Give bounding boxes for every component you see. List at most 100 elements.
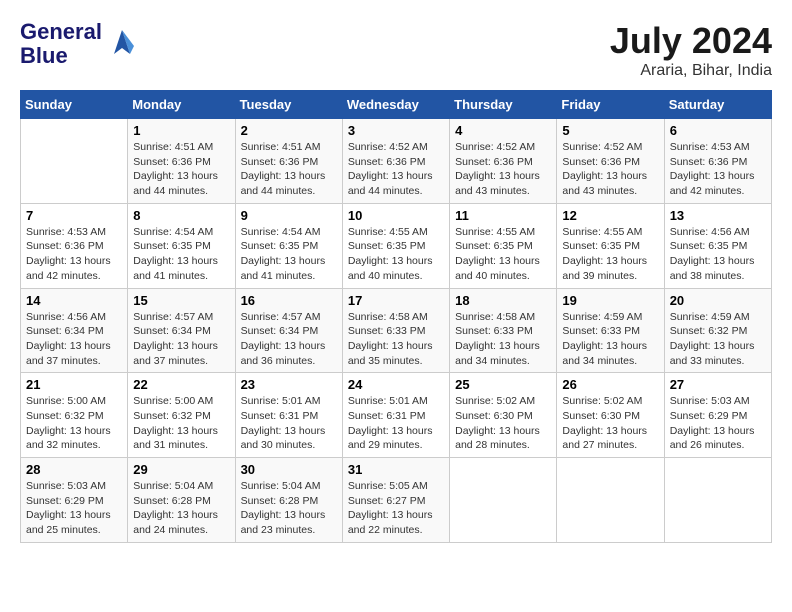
day-info: Sunrise: 4:59 AM Sunset: 6:32 PM Dayligh…	[670, 310, 766, 369]
calendar-cell: 3 Sunrise: 4:52 AM Sunset: 6:36 PM Daylig…	[342, 119, 449, 204]
calendar-cell: 7 Sunrise: 4:53 AM Sunset: 6:36 PM Daylig…	[21, 203, 128, 288]
calendar-cell: 30 Sunrise: 5:04 AM Sunset: 6:28 PM Dayli…	[235, 458, 342, 543]
calendar-cell: 20 Sunrise: 4:59 AM Sunset: 6:32 PM Dayli…	[664, 288, 771, 373]
day-info: Sunrise: 4:55 AM Sunset: 6:35 PM Dayligh…	[562, 225, 658, 284]
calendar-cell: 26 Sunrise: 5:02 AM Sunset: 6:30 PM Dayli…	[557, 373, 664, 458]
day-info: Sunrise: 4:54 AM Sunset: 6:35 PM Dayligh…	[133, 225, 229, 284]
logo-icon	[106, 26, 138, 58]
day-info: Sunrise: 4:51 AM Sunset: 6:36 PM Dayligh…	[133, 140, 229, 199]
day-number: 30	[241, 462, 337, 477]
day-number: 29	[133, 462, 229, 477]
day-header-saturday: Saturday	[664, 91, 771, 119]
calendar-cell: 27Sunrise: 5:03 AM Sunset: 6:29 PM Dayli…	[664, 373, 771, 458]
day-number: 5	[562, 123, 658, 138]
day-number: 31	[348, 462, 444, 477]
day-number: 11	[455, 208, 551, 223]
day-info: Sunrise: 4:56 AM Sunset: 6:35 PM Dayligh…	[670, 225, 766, 284]
calendar-cell: 23 Sunrise: 5:01 AM Sunset: 6:31 PM Dayli…	[235, 373, 342, 458]
calendar-week-row: 14Sunrise: 4:56 AM Sunset: 6:34 PM Dayli…	[21, 288, 772, 373]
day-number: 25	[455, 377, 551, 392]
day-info: Sunrise: 4:53 AM Sunset: 6:36 PM Dayligh…	[26, 225, 122, 284]
day-number: 20	[670, 293, 766, 308]
day-info: Sunrise: 5:00 AM Sunset: 6:32 PM Dayligh…	[133, 394, 229, 453]
calendar-cell: 14Sunrise: 4:56 AM Sunset: 6:34 PM Dayli…	[21, 288, 128, 373]
day-info: Sunrise: 5:05 AM Sunset: 6:27 PM Dayligh…	[348, 479, 444, 538]
day-number: 10	[348, 208, 444, 223]
day-info: Sunrise: 5:01 AM Sunset: 6:31 PM Dayligh…	[348, 394, 444, 453]
day-number: 22	[133, 377, 229, 392]
page-subtitle: Araria, Bihar, India	[610, 62, 772, 80]
day-info: Sunrise: 4:54 AM Sunset: 6:35 PM Dayligh…	[241, 225, 337, 284]
day-number: 23	[241, 377, 337, 392]
day-number: 7	[26, 208, 122, 223]
calendar-cell: 24Sunrise: 5:01 AM Sunset: 6:31 PM Dayli…	[342, 373, 449, 458]
calendar-cell: 2Sunrise: 4:51 AM Sunset: 6:36 PM Daylig…	[235, 119, 342, 204]
day-info: Sunrise: 4:55 AM Sunset: 6:35 PM Dayligh…	[348, 225, 444, 284]
day-info: Sunrise: 4:51 AM Sunset: 6:36 PM Dayligh…	[241, 140, 337, 199]
title-block: July 2024 Araria, Bihar, India	[610, 20, 772, 80]
day-info: Sunrise: 5:04 AM Sunset: 6:28 PM Dayligh…	[133, 479, 229, 538]
day-number: 18	[455, 293, 551, 308]
day-info: Sunrise: 4:52 AM Sunset: 6:36 PM Dayligh…	[455, 140, 551, 199]
calendar-cell: 11 Sunrise: 4:55 AM Sunset: 6:35 PM Dayli…	[450, 203, 557, 288]
page-header: General Blue July 2024 Araria, Bihar, In…	[20, 20, 772, 80]
day-number: 9	[241, 208, 337, 223]
day-info: Sunrise: 4:52 AM Sunset: 6:36 PM Dayligh…	[562, 140, 658, 199]
calendar-cell: 25 Sunrise: 5:02 AM Sunset: 6:30 PM Dayli…	[450, 373, 557, 458]
day-header-friday: Friday	[557, 91, 664, 119]
calendar-cell: 15Sunrise: 4:57 AM Sunset: 6:34 PM Dayli…	[128, 288, 235, 373]
calendar-cell: 9 Sunrise: 4:54 AM Sunset: 6:35 PM Daylig…	[235, 203, 342, 288]
calendar-cell: 4 Sunrise: 4:52 AM Sunset: 6:36 PM Daylig…	[450, 119, 557, 204]
day-info: Sunrise: 4:53 AM Sunset: 6:36 PM Dayligh…	[670, 140, 766, 199]
day-number: 4	[455, 123, 551, 138]
calendar-table: SundayMondayTuesdayWednesdayThursdayFrid…	[20, 90, 772, 543]
day-number: 1	[133, 123, 229, 138]
calendar-cell: 8 Sunrise: 4:54 AM Sunset: 6:35 PM Daylig…	[128, 203, 235, 288]
calendar-header-row: SundayMondayTuesdayWednesdayThursdayFrid…	[21, 91, 772, 119]
day-info: Sunrise: 5:00 AM Sunset: 6:32 PM Dayligh…	[26, 394, 122, 453]
calendar-cell: 31 Sunrise: 5:05 AM Sunset: 6:27 PM Dayli…	[342, 458, 449, 543]
calendar-cell: 22 Sunrise: 5:00 AM Sunset: 6:32 PM Dayli…	[128, 373, 235, 458]
day-number: 8	[133, 208, 229, 223]
day-header-tuesday: Tuesday	[235, 91, 342, 119]
day-number: 26	[562, 377, 658, 392]
calendar-cell	[450, 458, 557, 543]
calendar-week-row: 21 Sunrise: 5:00 AM Sunset: 6:32 PM Dayli…	[21, 373, 772, 458]
calendar-cell: 12 Sunrise: 4:55 AM Sunset: 6:35 PM Dayli…	[557, 203, 664, 288]
day-number: 13	[670, 208, 766, 223]
calendar-week-row: 1 Sunrise: 4:51 AM Sunset: 6:36 PM Daylig…	[21, 119, 772, 204]
day-info: Sunrise: 4:58 AM Sunset: 6:33 PM Dayligh…	[348, 310, 444, 369]
day-number: 12	[562, 208, 658, 223]
day-info: Sunrise: 4:52 AM Sunset: 6:36 PM Dayligh…	[348, 140, 444, 199]
day-info: Sunrise: 5:02 AM Sunset: 6:30 PM Dayligh…	[562, 394, 658, 453]
day-number: 6	[670, 123, 766, 138]
logo: General Blue	[20, 20, 138, 68]
day-info: Sunrise: 5:02 AM Sunset: 6:30 PM Dayligh…	[455, 394, 551, 453]
day-number: 27	[670, 377, 766, 392]
day-header-wednesday: Wednesday	[342, 91, 449, 119]
day-info: Sunrise: 4:58 AM Sunset: 6:33 PM Dayligh…	[455, 310, 551, 369]
calendar-cell: 29 Sunrise: 5:04 AM Sunset: 6:28 PM Dayli…	[128, 458, 235, 543]
day-info: Sunrise: 4:57 AM Sunset: 6:34 PM Dayligh…	[241, 310, 337, 369]
logo-text: General Blue	[20, 20, 102, 68]
day-number: 3	[348, 123, 444, 138]
calendar-cell: 5 Sunrise: 4:52 AM Sunset: 6:36 PM Daylig…	[557, 119, 664, 204]
day-info: Sunrise: 5:03 AM Sunset: 6:29 PM Dayligh…	[26, 479, 122, 538]
day-header-thursday: Thursday	[450, 91, 557, 119]
page-title: July 2024	[610, 20, 772, 62]
day-info: Sunrise: 4:55 AM Sunset: 6:35 PM Dayligh…	[455, 225, 551, 284]
calendar-week-row: 28 Sunrise: 5:03 AM Sunset: 6:29 PM Dayli…	[21, 458, 772, 543]
day-header-monday: Monday	[128, 91, 235, 119]
calendar-cell: 19Sunrise: 4:59 AM Sunset: 6:33 PM Dayli…	[557, 288, 664, 373]
day-number: 17	[348, 293, 444, 308]
calendar-cell	[557, 458, 664, 543]
calendar-cell: 1 Sunrise: 4:51 AM Sunset: 6:36 PM Daylig…	[128, 119, 235, 204]
day-info: Sunrise: 5:01 AM Sunset: 6:31 PM Dayligh…	[241, 394, 337, 453]
calendar-cell: 6 Sunrise: 4:53 AM Sunset: 6:36 PM Daylig…	[664, 119, 771, 204]
day-number: 16	[241, 293, 337, 308]
calendar-cell: 16 Sunrise: 4:57 AM Sunset: 6:34 PM Dayli…	[235, 288, 342, 373]
day-number: 21	[26, 377, 122, 392]
calendar-cell: 17 Sunrise: 4:58 AM Sunset: 6:33 PM Dayli…	[342, 288, 449, 373]
day-number: 28	[26, 462, 122, 477]
day-info: Sunrise: 5:04 AM Sunset: 6:28 PM Dayligh…	[241, 479, 337, 538]
